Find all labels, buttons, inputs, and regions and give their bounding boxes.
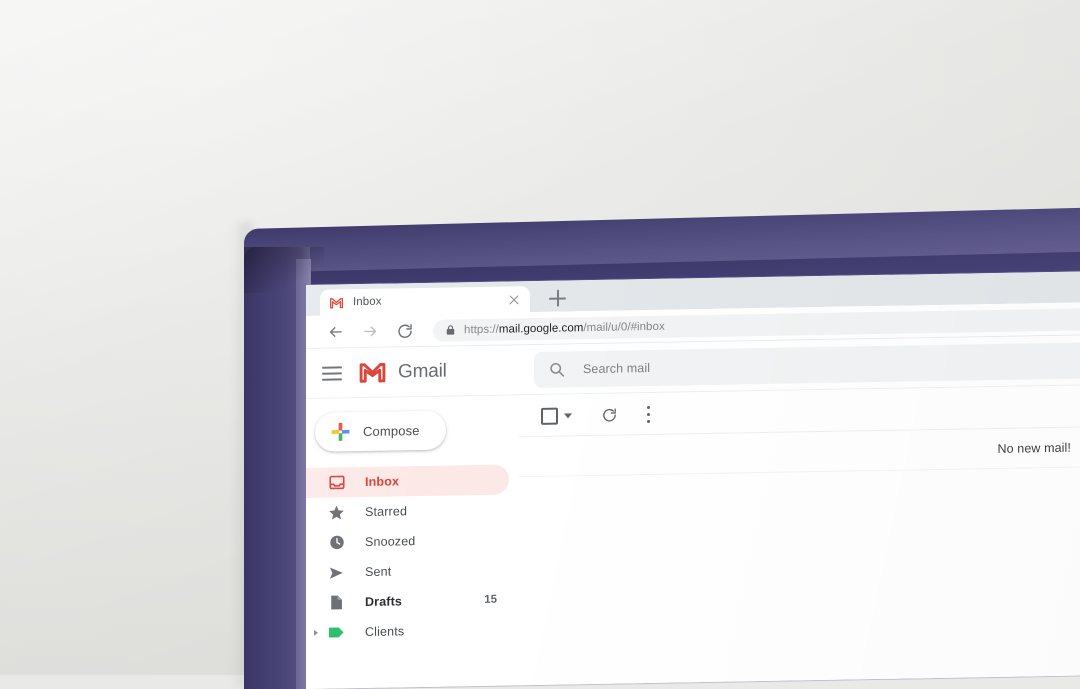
clock-icon xyxy=(328,534,345,551)
gmail-icon xyxy=(329,297,344,308)
draft-icon xyxy=(328,594,345,611)
url-path: /mail/u/0/#inbox xyxy=(583,320,665,334)
more-options-icon[interactable] xyxy=(646,405,650,423)
drafts-count: 15 xyxy=(484,593,497,606)
sidebar-item-drafts[interactable]: Drafts 15 xyxy=(306,584,519,618)
gmail-logo-icon xyxy=(359,362,386,383)
search-icon xyxy=(550,362,565,377)
browser-tab-title: Inbox xyxy=(353,295,382,309)
chevron-right-icon[interactable] xyxy=(314,629,318,636)
chevron-down-icon[interactable] xyxy=(564,412,572,418)
new-tab-icon[interactable] xyxy=(549,289,566,306)
close-icon[interactable] xyxy=(507,292,521,306)
send-icon xyxy=(328,564,345,581)
empty-inbox-message: No new mail! xyxy=(997,440,1071,456)
compose-button[interactable]: Compose xyxy=(315,410,446,452)
refresh-icon[interactable] xyxy=(601,406,618,423)
sidebar-item-label: Sent xyxy=(365,564,392,579)
search-input[interactable]: Search mail xyxy=(583,361,650,376)
sidebar-item-starred[interactable]: Starred xyxy=(306,494,519,528)
url-host: mail.google.com xyxy=(498,321,584,336)
url-scheme: https:// xyxy=(464,323,499,336)
sidebar-item-label: Starred xyxy=(365,504,408,519)
hamburger-menu-icon[interactable] xyxy=(322,366,342,381)
sidebar-item-label: Inbox xyxy=(365,474,400,489)
gmail-wordmark: Gmail xyxy=(398,360,447,383)
inbox-icon xyxy=(328,474,345,491)
sidebar-item-label: Clients xyxy=(365,624,405,639)
gmail-mail-pane: No new mail! xyxy=(519,385,1080,686)
select-all-checkbox[interactable] xyxy=(541,407,558,425)
compose-label: Compose xyxy=(363,423,420,440)
sidebar-item-inbox[interactable]: Inbox xyxy=(306,464,509,498)
gmail-body: Compose Inbox Starred Snoozed Sent Draft… xyxy=(306,385,1080,689)
monitor: Inbox https://mail.google.com/mail/u/0/#… xyxy=(244,207,1080,689)
lock-icon xyxy=(446,325,455,335)
plus-icon xyxy=(331,422,350,441)
browser-tab-inbox[interactable]: Inbox xyxy=(320,286,530,316)
reload-icon[interactable] xyxy=(392,318,418,344)
empty-row-divider xyxy=(519,466,1080,478)
label-icon xyxy=(328,624,345,641)
search-mail-bar[interactable]: Search mail xyxy=(534,341,1080,389)
gmail-sidebar: Compose Inbox Starred Snoozed Sent Draft… xyxy=(306,395,519,689)
sidebar-item-label: Drafts xyxy=(365,594,403,609)
star-icon xyxy=(328,504,345,521)
sidebar-item-snoozed[interactable]: Snoozed xyxy=(306,524,519,558)
forward-icon[interactable] xyxy=(357,318,383,344)
sidebar-item-sent[interactable]: Sent xyxy=(306,554,519,588)
monitor-screen: Inbox https://mail.google.com/mail/u/0/#… xyxy=(306,271,1080,689)
sidebar-item-label: Snoozed xyxy=(365,534,416,549)
sidebar-item-clients[interactable]: Clients xyxy=(306,614,519,648)
back-icon[interactable] xyxy=(322,319,348,345)
gmail-nav-list: Inbox Starred Snoozed Sent Drafts 15 Cli… xyxy=(306,464,519,648)
